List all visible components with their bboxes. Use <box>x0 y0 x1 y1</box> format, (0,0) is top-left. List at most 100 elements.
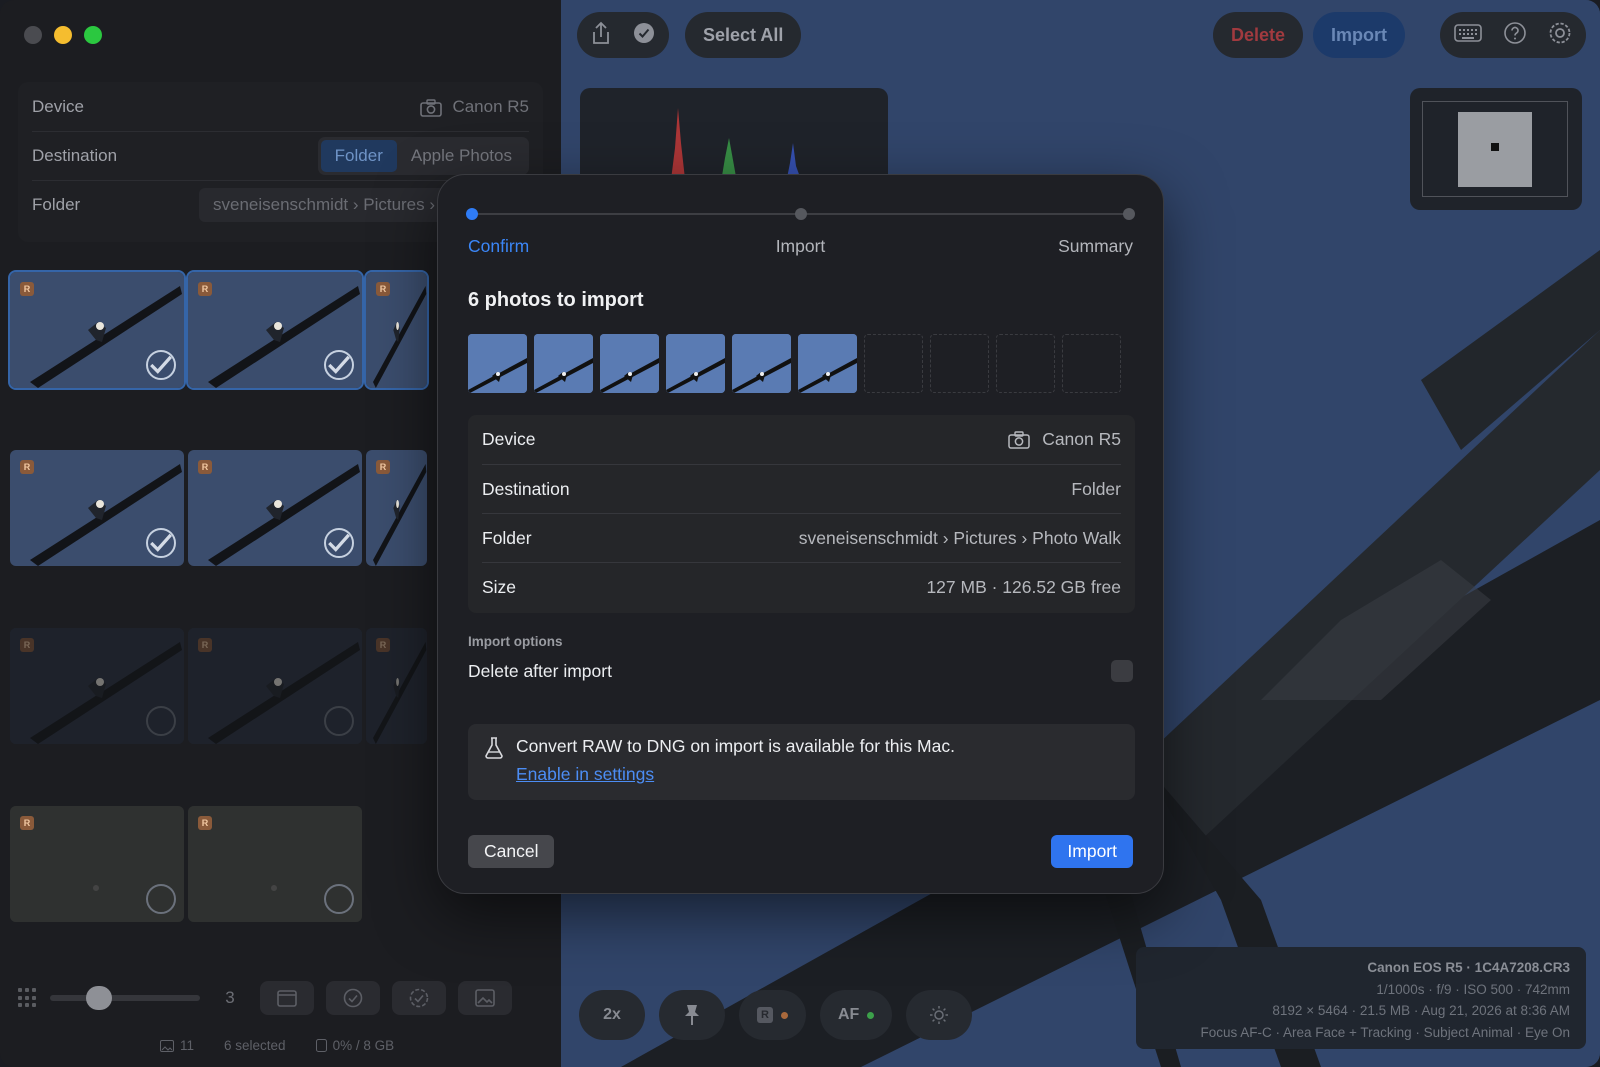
grid-size-icon <box>18 988 38 1008</box>
raw-badge: R <box>198 638 212 652</box>
af-points-button[interactable]: AF <box>820 990 893 1040</box>
histogram <box>580 88 888 188</box>
camera-icon <box>1008 430 1030 449</box>
photo-thumbnail[interactable]: R <box>366 628 427 744</box>
import-thumbnail <box>600 334 659 393</box>
import-thumbnail-strip <box>468 334 1121 393</box>
gear-icon <box>1549 22 1571 43</box>
photo-count-value: 11 <box>180 1038 195 1053</box>
photo-icon <box>475 989 495 1007</box>
delete-after-import-checkbox[interactable] <box>1111 660 1133 682</box>
photo-thumbnail[interactable]: R <box>10 806 184 922</box>
device-value: Canon R5 <box>452 96 529 116</box>
import-options-heading: Import options <box>468 634 563 649</box>
folder-label: Folder <box>32 195 81 214</box>
step-dot-confirm <box>466 208 478 220</box>
pin-button[interactable] <box>659 990 725 1040</box>
unselected-circle-icon[interactable] <box>146 706 176 736</box>
photo-thumbnail[interactable]: R <box>364 270 429 390</box>
photo-thumbnail[interactable]: R <box>188 806 362 922</box>
import-label: Import <box>1331 24 1387 45</box>
keyboard-shortcuts-button[interactable] <box>1454 23 1482 48</box>
app-window: Device Canon R5 Destination Folder Apple… <box>0 0 1600 1067</box>
stepper-labels: Confirm Import Summary <box>468 236 1133 257</box>
exposure-button[interactable] <box>906 990 973 1040</box>
selected-check-icon[interactable] <box>146 350 176 380</box>
delete-label: Delete <box>1231 24 1286 45</box>
close-window-button[interactable] <box>24 26 42 44</box>
selected-check-icon[interactable] <box>324 350 354 380</box>
photo-count: 11 <box>160 1038 194 1053</box>
empty-thumbnail-slot <box>930 334 989 393</box>
raw-badge: R <box>198 460 212 474</box>
exif-dimensions-date: 8192 × 5464 · 21.5 MB · Aug 21, 2026 at … <box>1272 1003 1570 1018</box>
exif-panel: Canon EOS R5 · 1C4A7208.CR3 1/1000s · f/… <box>1136 947 1586 1049</box>
selected-check-icon[interactable] <box>146 528 176 558</box>
cancel-button[interactable]: Cancel <box>468 835 555 868</box>
help-button[interactable] <box>1504 21 1526 49</box>
detail-key: Destination <box>482 478 570 499</box>
step-import: Import <box>775 236 826 256</box>
detail-value: Canon R5 <box>1042 429 1121 449</box>
check-circle-icon <box>634 22 654 43</box>
imported-filter-button[interactable] <box>392 981 446 1015</box>
photo-thumbnail[interactable]: R <box>10 628 184 744</box>
dng-info-note: Convert RAW to DNG on import is availabl… <box>468 724 1135 800</box>
photo-thumbnail[interactable]: R <box>8 270 186 390</box>
step-dot-summary <box>1123 208 1135 220</box>
delete-button[interactable]: Delete <box>1213 12 1304 58</box>
unselected-circle-icon[interactable] <box>324 884 354 914</box>
photo-thumbnail[interactable]: R <box>366 450 427 566</box>
check-button[interactable] <box>633 22 655 49</box>
help-icon <box>1504 21 1526 44</box>
import-button[interactable]: Import <box>1313 12 1405 58</box>
image-filter-button[interactable] <box>458 981 512 1015</box>
raw-badge: R <box>757 1007 773 1023</box>
select-all-label: Select All <box>703 24 784 45</box>
destination-apple-photos-option[interactable]: Apple Photos <box>397 140 526 172</box>
selected-count: 6 selected <box>224 1038 286 1053</box>
storage-usage-value: 0% / 8 GB <box>332 1038 395 1053</box>
af-label: AF <box>838 1006 860 1023</box>
empty-thumbnail-slot <box>996 334 1055 393</box>
share-button[interactable] <box>591 21 611 50</box>
select-all-button[interactable]: Select All <box>685 12 802 58</box>
selected-filter-button[interactable] <box>326 981 380 1015</box>
settings-button[interactable] <box>1548 21 1572 50</box>
photo-thumbnail[interactable]: R <box>188 628 362 744</box>
exif-focus: Focus AF-C · Area Face + Tracking · Subj… <box>1200 1024 1570 1040</box>
import-thumbnail <box>666 334 725 393</box>
enable-in-settings-link[interactable]: Enable in settings <box>516 764 654 785</box>
slider-knob[interactable] <box>86 986 112 1010</box>
selected-check-icon[interactable] <box>324 528 354 558</box>
share-group <box>577 12 669 58</box>
detail-key: Device <box>482 429 536 449</box>
unselected-circle-icon[interactable] <box>324 706 354 736</box>
detail-row-destination: Destination Folder <box>482 464 1121 513</box>
destination-folder-option[interactable]: Folder <box>320 140 397 172</box>
detail-value: Folder <box>1071 478 1121 499</box>
maximize-window-button[interactable] <box>84 26 102 44</box>
raw-badge: R <box>198 816 212 830</box>
photo-thumbnail[interactable]: R <box>188 450 362 566</box>
calendar-filter-button[interactable] <box>260 981 314 1015</box>
sun-icon <box>930 1006 949 1024</box>
import-details: Device Canon R5 Destination Folder Folde… <box>468 415 1135 613</box>
photo-thumbnail[interactable]: R <box>10 450 184 566</box>
thumbnail-size-slider[interactable] <box>50 986 200 1010</box>
minimize-window-button[interactable] <box>54 26 72 44</box>
step-confirm: Confirm <box>468 236 530 256</box>
import-thumbnail <box>468 334 527 393</box>
raw-toggle-button[interactable]: R <box>739 990 806 1040</box>
zoom-button[interactable]: 2x <box>579 990 645 1040</box>
step-dot-import <box>794 208 807 220</box>
photo-thumbnail[interactable]: R <box>186 270 364 390</box>
af-status-dot <box>867 1011 875 1019</box>
detail-value: sveneisenschmidt › Pictures › Photo Walk <box>798 527 1121 548</box>
confirm-import-button[interactable]: Import <box>1051 835 1133 868</box>
unselected-circle-icon[interactable] <box>146 884 176 914</box>
histogram-graph <box>670 108 804 188</box>
raw-badge: R <box>20 816 34 830</box>
navigator-minimap[interactable] <box>1410 88 1582 210</box>
empty-thumbnail-slot <box>864 334 923 393</box>
